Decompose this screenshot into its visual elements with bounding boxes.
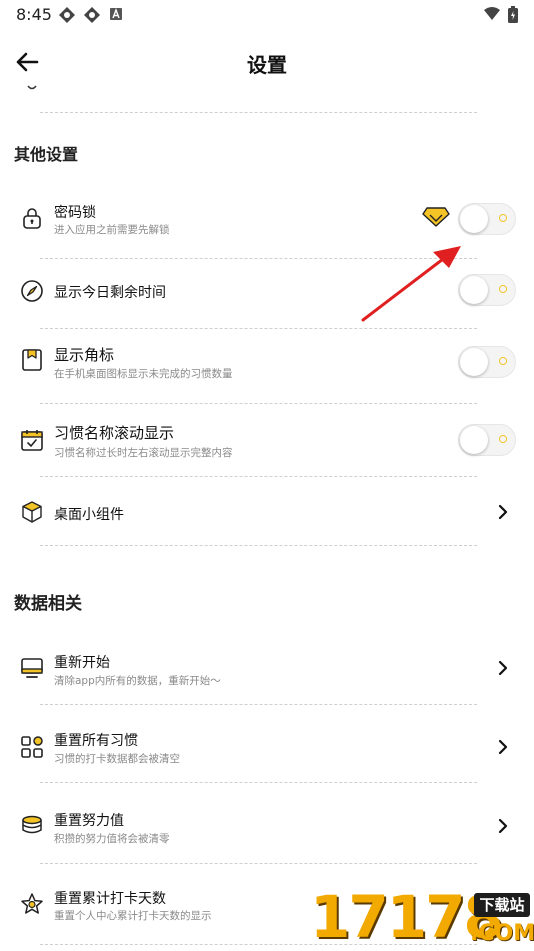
app-header: 设置: [0, 40, 534, 84]
chevron-right-icon[interactable]: [497, 818, 509, 834]
row-title: 重置累计打卡天数: [54, 891, 166, 907]
a-notification-icon: [110, 8, 122, 20]
row-subtitle: 积攒的努力值将会被清零: [54, 833, 170, 845]
row-subtitle: 在手机桌面图标显示未完成的习惯数量: [54, 368, 233, 380]
grid-icon: [21, 736, 43, 758]
page-title: 设置: [247, 53, 287, 77]
divider: [40, 863, 477, 864]
divider: [40, 328, 477, 329]
wifi-icon: [484, 7, 500, 20]
row-title: 显示角标: [54, 346, 115, 364]
watermark-label: 下载站: [474, 893, 530, 917]
setting-row-habit-scroll[interactable]: 习惯名称滚动显示 习惯名称过长时左右滚动显示完整内容: [0, 410, 534, 474]
section-title-data: 数据相关: [14, 594, 82, 614]
battery-icon: [508, 6, 518, 23]
section-title-other: 其他设置: [14, 145, 79, 164]
setting-row-badge[interactable]: 显示角标 在手机桌面图标显示未完成的习惯数量: [0, 332, 534, 396]
partial-icon: [27, 85, 37, 90]
chevron-right-icon[interactable]: [497, 739, 509, 755]
divider: [40, 403, 477, 404]
annotation-arrow-icon: [361, 246, 461, 322]
divider: [40, 782, 477, 783]
calendar-check-icon: [21, 430, 43, 451]
app-notification-icon: [84, 7, 100, 23]
row-title: 重置努力值: [54, 813, 124, 829]
setting-row-restart[interactable]: 重新开始 清除app内所有的数据，重新开始～: [0, 640, 534, 700]
row-title: 桌面小组件: [54, 507, 124, 523]
row-title: 密码锁: [54, 205, 96, 221]
cube-icon: [22, 501, 42, 523]
divider: [40, 545, 477, 546]
row-subtitle: 习惯的打卡数据都会被清空: [54, 753, 180, 765]
lock-icon: [23, 208, 41, 229]
divider: [40, 704, 477, 705]
row-title: 重置所有习惯: [54, 733, 138, 749]
row-title: 显示今日剩余时间: [54, 285, 166, 301]
row-subtitle: 重置个人中心累计打卡天数的显示: [54, 910, 212, 922]
monitor-icon: [21, 658, 43, 678]
watermark-domain: .COM: [470, 921, 534, 946]
setting-row-reset-effort[interactable]: 重置努力值 积攒的努力值将会被清零: [0, 798, 534, 858]
app-notification-icon: [59, 7, 75, 23]
compass-icon: [21, 280, 43, 302]
badge-icon: [22, 349, 42, 371]
vip-diamond-icon: [422, 207, 450, 227]
coins-icon: [22, 815, 42, 834]
row-subtitle: 清除app内所有的数据，重新开始～: [54, 675, 221, 687]
chevron-right-icon[interactable]: [497, 660, 509, 676]
row-subtitle: 进入应用之前需要先解锁: [54, 224, 170, 236]
setting-row-reset-habits[interactable]: 重置所有习惯 习惯的打卡数据都会被清空: [0, 718, 534, 778]
habit-scroll-toggle[interactable]: [458, 424, 516, 456]
row-title: 习惯名称滚动显示: [54, 424, 175, 442]
status-bar: 8:45: [0, 0, 534, 30]
divider: [40, 476, 477, 477]
setting-row-widgets[interactable]: 桌面小组件: [0, 482, 534, 542]
star-icon: [21, 893, 43, 914]
site-watermark: 17178 下载站 .COM: [308, 883, 534, 951]
row-title: 重新开始: [54, 655, 110, 671]
row-subtitle: 习惯名称过长时左右滚动显示完整内容: [54, 447, 233, 459]
badge-toggle[interactable]: [458, 346, 516, 378]
status-time: 8:45: [16, 5, 52, 24]
chevron-right-icon[interactable]: [497, 504, 509, 520]
divider: [40, 112, 477, 113]
password-lock-toggle[interactable]: [458, 203, 516, 235]
